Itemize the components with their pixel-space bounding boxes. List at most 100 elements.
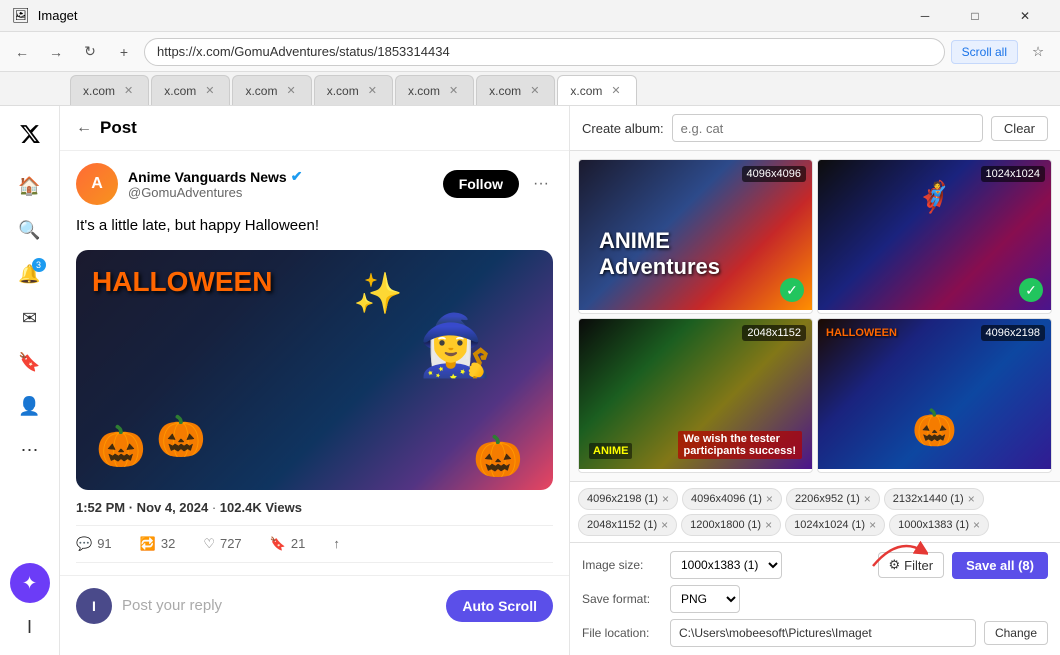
tag-remove-4[interactable]: ×	[968, 492, 975, 506]
tag-remove-2[interactable]: ×	[766, 492, 773, 506]
retweet-action[interactable]: 🔁 32	[140, 536, 176, 552]
check-overlay-1: ✓	[780, 278, 804, 302]
bookmark-action[interactable]: 🔖 21	[270, 536, 306, 552]
avatar: A	[76, 163, 118, 205]
home-icon[interactable]: 🏠	[10, 166, 50, 206]
share-action[interactable]: ↑	[333, 536, 340, 552]
img4-emoji: 🎃	[912, 407, 957, 449]
tag-chip-5[interactable]: 2048x1152 (1) ×	[578, 514, 677, 536]
explore-icon[interactable]: 🔍	[10, 210, 50, 250]
tab-5-close[interactable]: ✕	[446, 83, 461, 98]
maximize-button[interactable]: □	[952, 0, 998, 32]
halloween-glow: ✨	[353, 270, 403, 317]
tag-remove-3[interactable]: ×	[864, 492, 871, 506]
image-dim-1: 4096x4096	[742, 166, 806, 182]
image-thumb-2[interactable]: 1024x1024 ✓ 🦸	[818, 160, 1051, 310]
tab-4[interactable]: x.com ✕	[314, 75, 393, 105]
pumpkin-icon-1: 🎃	[96, 423, 146, 470]
profile-icon[interactable]: 👤	[10, 386, 50, 426]
tab-3-close[interactable]: ✕	[283, 83, 298, 98]
img3-label: ANIME	[589, 443, 632, 459]
premium-icon[interactable]: ✦	[10, 563, 50, 603]
tab-7-close[interactable]: ✕	[608, 83, 623, 98]
image-info-4: ✎ Show folder	[818, 469, 1051, 473]
app-title: Imaget	[38, 8, 78, 23]
clear-button[interactable]: Clear	[991, 116, 1048, 141]
tag-chip-4[interactable]: 2132x1440 (1) ×	[884, 488, 984, 510]
tag-chip-3[interactable]: 2206x952 (1) ×	[786, 488, 880, 510]
reply-placeholder[interactable]: Post your reply	[122, 597, 436, 614]
image-info-2: GEEbrScWYAE4urL_2 ✎ Show in folder	[818, 310, 1051, 314]
back-button[interactable]: ←	[8, 38, 36, 66]
format-select[interactable]: PNG JPG WEBP	[670, 585, 740, 613]
file-path-input[interactable]	[670, 619, 976, 647]
tag-chip-6[interactable]: 1200x1800 (1) ×	[681, 514, 781, 536]
tags-area: 4096x2198 (1) × 4096x4096 (1) × 2206x952…	[570, 481, 1060, 543]
tab-2-close[interactable]: ✕	[202, 83, 217, 98]
tweet-actions: 💬 91 🔁 32 ♡ 727 🔖 21	[76, 525, 553, 563]
account-icon[interactable]: I	[10, 607, 50, 647]
tab-4-close[interactable]: ✕	[365, 83, 380, 98]
post-title: Post	[100, 118, 137, 138]
close-button[interactable]: ✕	[1002, 0, 1048, 32]
image-info-1: F_jo-BwXYAAax_3_2 ✎ Show in folder	[579, 310, 812, 314]
img2-emoji: 🦸	[916, 180, 953, 215]
tweet-image: HALLOWEEN 🎃 🎃 🎃 🧙‍♀️ ✨	[76, 250, 553, 490]
img1-label: ANIMEAdventures	[599, 228, 720, 280]
scroll-all-button[interactable]: Scroll all	[951, 40, 1018, 64]
back-arrow-button[interactable]: ←	[76, 119, 92, 137]
image-card-2: 1024x1024 ✓ 🦸 GEEbrScWYAE4urL_2 ✎ Show i…	[817, 159, 1052, 314]
tab-1[interactable]: x.com ✕	[70, 75, 149, 105]
title-bar: 🖼 Imaget ─ □ ✕	[0, 0, 1060, 32]
imaget-toolbar: Create album: Clear	[570, 106, 1060, 151]
image-size-dropdown[interactable]: 1000x1383 (1) 1024x1024 (1) 2048x1152 (1…	[670, 551, 782, 579]
like-action[interactable]: ♡ 727	[203, 536, 241, 552]
tag-chip-2[interactable]: 4096x4096 (1) ×	[682, 488, 782, 510]
image-thumb-1[interactable]: 4096x4096 ✓ ANIMEAdventures	[579, 160, 812, 310]
tab-5[interactable]: x.com ✕	[395, 75, 474, 105]
tab-2-label: x.com	[164, 84, 196, 98]
create-album-label: Create album:	[582, 121, 664, 136]
author-info: Anime Vanguards News ✔ @GomuAdventures	[128, 168, 433, 200]
refresh-button[interactable]: ↻	[76, 38, 104, 66]
minimize-button[interactable]: ─	[902, 0, 948, 32]
reply-action[interactable]: 💬 91	[76, 536, 112, 552]
reply-area: I Post your reply Auto Scroll	[60, 575, 569, 636]
tab-7[interactable]: x.com ✕	[557, 75, 636, 105]
tag-remove-7[interactable]: ×	[869, 518, 876, 532]
tag-remove-8[interactable]: ×	[973, 518, 980, 532]
image-dim-3: 2048x1152	[742, 325, 806, 341]
image-thumb-3[interactable]: 2048x1152 ANIME We wish the testerpartic…	[579, 319, 812, 469]
tag-chip-1[interactable]: 4096x2198 (1) ×	[578, 488, 678, 510]
more-icon[interactable]: ⋯	[10, 430, 50, 470]
change-button[interactable]: Change	[984, 621, 1048, 645]
tab-6-close[interactable]: ✕	[527, 83, 542, 98]
tab-6-label: x.com	[489, 84, 521, 98]
image-card-3: 2048x1152 ANIME We wish the testerpartic…	[578, 318, 813, 473]
tag-remove-5[interactable]: ×	[661, 518, 668, 532]
tab-3[interactable]: x.com ✕	[232, 75, 311, 105]
twitter-logo-icon[interactable]	[10, 114, 50, 154]
tab-1-close[interactable]: ✕	[121, 83, 136, 98]
auto-scroll-button[interactable]: Auto Scroll	[446, 590, 553, 622]
more-options-button[interactable]: ···	[529, 171, 553, 197]
forward-button[interactable]: →	[42, 38, 70, 66]
follow-button[interactable]: Follow	[443, 170, 519, 198]
tab-2[interactable]: x.com ✕	[151, 75, 230, 105]
window-controls: ─ □ ✕	[902, 0, 1048, 32]
reply-avatar: I	[76, 588, 112, 624]
save-all-button[interactable]: Save all (8)	[952, 552, 1048, 579]
new-tab-button[interactable]: +	[110, 38, 138, 66]
tag-remove-1[interactable]: ×	[662, 492, 669, 506]
image-thumb-4[interactable]: 4096x2198 HALLOWEEN 🎃	[818, 319, 1051, 469]
url-input[interactable]	[144, 38, 945, 66]
tab-6[interactable]: x.com ✕	[476, 75, 555, 105]
bookmarks-icon[interactable]: 🔖	[10, 342, 50, 382]
messages-icon[interactable]: ✉	[10, 298, 50, 338]
save-format-label: Save format:	[582, 592, 662, 606]
bookmark-button[interactable]: ☆	[1024, 38, 1052, 66]
post-header: ← Post	[60, 106, 569, 151]
tag-remove-6[interactable]: ×	[765, 518, 772, 532]
notifications-icon[interactable]: 🔔 3	[10, 254, 50, 294]
album-input[interactable]	[672, 114, 983, 142]
